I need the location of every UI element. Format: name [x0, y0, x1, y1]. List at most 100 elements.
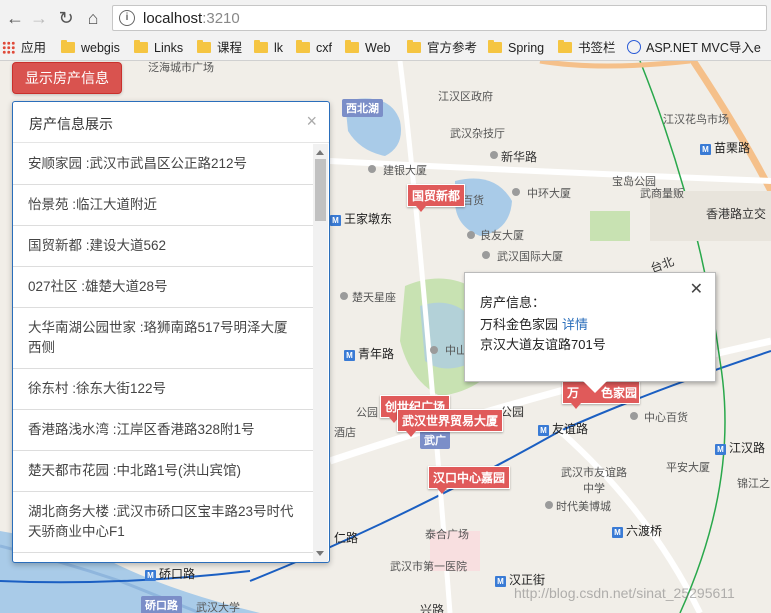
folder-icon	[345, 40, 359, 53]
folder-icon	[488, 40, 502, 53]
info-window: ✕ 房产信息： 万科金色家园 详情 京汉大道友谊路701号	[464, 272, 716, 393]
map-badge-jiaokou: 硚口路	[141, 596, 182, 613]
folder-icon	[296, 40, 310, 53]
map-label: 公园	[500, 405, 525, 419]
close-icon[interactable]: ×	[306, 111, 317, 132]
map-label: 建银大厦	[383, 165, 427, 177]
aspnet-icon	[627, 40, 641, 54]
list-item[interactable]: 国贸新都 :建设大道562	[13, 226, 313, 267]
home-icon[interactable]: ⌂	[82, 7, 104, 29]
map-badge-xibeihu: 西北湖	[342, 99, 383, 117]
bookmark-item[interactable]: cxf	[296, 39, 332, 57]
map-poi-dot	[430, 346, 438, 354]
bookmark-item[interactable]: Spring	[488, 39, 544, 57]
marker-hankou-center[interactable]: 汉口中心嘉园	[428, 466, 511, 494]
map-station: 仁路	[334, 531, 359, 545]
map-poi-dot	[482, 251, 490, 259]
marker-wuhan-world-trade[interactable]: 武汉世界贸易大厦	[397, 409, 504, 437]
map-label: 中环大厦	[527, 188, 571, 200]
map-station: M 江汉路	[715, 439, 765, 456]
map-label: 武汉市友谊路中学	[561, 467, 627, 495]
list-item[interactable]: 大华南湖公园世家 :珞狮南路517号明泽大厦西侧	[13, 308, 313, 369]
list-item[interactable]: 徐东村 :徐东大街122号	[13, 369, 313, 410]
scroll-thumb[interactable]	[315, 159, 326, 221]
bookmark-label: 课程	[217, 41, 243, 55]
house-list[interactable]: 安顺家园 :武汉市武昌区公正路212号 怡景苑 :临江大道附近 国贸新都 :建设大道…	[13, 144, 329, 562]
map-poi-dot	[340, 292, 348, 300]
bookmark-label: lk	[274, 41, 284, 55]
forward-arrow-icon[interactable]: →	[28, 7, 50, 29]
info-window-name: 万科金色家园	[480, 317, 559, 332]
bookmark-item[interactable]: ASP.NET MVC导入e	[627, 39, 761, 57]
bookmarks-bar: 应用 webgis Links 课程 lk cxf Web 官方参考 Spring 书签栏 ASP.…	[0, 36, 771, 60]
info-icon[interactable]: i	[119, 10, 135, 26]
bookmark-label: Spring	[508, 41, 545, 55]
bookmark-item[interactable]: Links	[134, 39, 183, 57]
bookmark-label: 官方参考	[427, 41, 478, 55]
map-label: 良友大厦	[480, 230, 524, 242]
house-info-panel: 房产信息展示 × 安顺家园 :武汉市武昌区公正路212号 怡景苑 :临江大道附近国…	[12, 101, 330, 563]
info-window-name-row: 万科金色家园 详情	[480, 314, 588, 333]
watermark: http://blog.csdn.net/sinat_25295611	[514, 585, 735, 601]
scroll-up-icon[interactable]	[316, 150, 324, 155]
map-label: 江汉花鸟市场	[663, 114, 729, 126]
folder-icon	[197, 40, 211, 53]
folder-icon	[134, 40, 148, 53]
map-station: M 友谊路	[538, 420, 588, 437]
detail-link[interactable]: 详情	[562, 317, 588, 332]
map-label: 公园	[356, 407, 378, 419]
folder-icon	[61, 40, 75, 53]
url-host: localhost	[143, 10, 203, 27]
back-arrow-icon[interactable]: ←	[4, 7, 26, 29]
bookmark-item[interactable]: 官方参考	[407, 39, 477, 57]
bookmark-label: ASP.NET MVC导入e	[646, 41, 761, 55]
map-label: 兴路	[420, 603, 445, 613]
bookmark-label: Web	[365, 41, 391, 55]
map-poi-dot	[630, 412, 638, 420]
marker-guomao[interactable]: 国贸新都	[407, 184, 466, 212]
list-item[interactable]: 湖北商务大楼 :武汉市硚口区宝丰路23号时代天骄商业中心F1	[13, 492, 313, 553]
scroll-down-icon[interactable]	[316, 551, 324, 556]
url-port: :3210	[202, 10, 240, 27]
reload-icon[interactable]: ↻	[55, 7, 77, 29]
map-canvas[interactable]: 西北湖 泛海城市广场 江汉区政府 武汉杂技厅 新华路 建银大厦 中环大厦 宝岛公…	[0, 61, 771, 613]
url-text: localhost:3210	[143, 10, 240, 27]
folder-icon	[254, 40, 268, 53]
show-house-info-button[interactable]: 显示房产信息	[12, 62, 122, 94]
map-poi-dot	[368, 165, 376, 173]
bookmark-item[interactable]: 书签栏	[558, 39, 616, 57]
bookmark-label: 书签栏	[578, 41, 616, 55]
map-station: M 王家墩东	[330, 210, 392, 227]
bookmark-item[interactable]: 课程	[197, 39, 242, 57]
bookmark-label: 应用	[21, 41, 47, 55]
map-label: 锦江之	[737, 478, 770, 490]
info-window-address: 京汉大道友谊路701号	[480, 337, 606, 352]
info-window-pointer	[583, 381, 607, 393]
bookmark-item[interactable]: 应用	[2, 39, 46, 57]
list-item[interactable]: 怡景苑 :临江大道附近	[13, 185, 313, 226]
list-item[interactable]: 安顺家园 :武汉市武昌区公正路212号	[13, 144, 313, 185]
bookmark-item[interactable]: webgis	[61, 39, 120, 57]
list-item[interactable]: 027社区 :雄楚大道28号	[13, 267, 313, 308]
bookmark-item[interactable]: lk	[254, 39, 283, 57]
bookmark-item[interactable]: Web	[345, 39, 390, 57]
close-icon[interactable]: ✕	[690, 279, 703, 299]
bookmark-label: Links	[154, 41, 184, 55]
bookmark-label: cxf	[316, 41, 332, 55]
scrollbar[interactable]	[313, 144, 328, 562]
list-item[interactable]: 楚天都市花园 :中北路1号(洪山宾馆)	[13, 451, 313, 492]
map-poi-dot	[490, 151, 498, 159]
map-label: 平安大厦	[666, 462, 710, 474]
map-station: M 青年路	[344, 345, 394, 362]
map-label: 武商量贩	[640, 188, 684, 200]
list-item[interactable]: 香港路浅水湾 :江岸区香港路328附1号	[13, 410, 313, 451]
folder-icon	[558, 40, 572, 53]
marker-wanke-text-1: 万	[567, 386, 580, 400]
map-label: 时代美博城	[556, 501, 611, 513]
map-label: 香港路立交	[706, 207, 767, 221]
map-station: M 硚口路	[145, 565, 195, 582]
address-bar[interactable]: i localhost:3210	[112, 5, 767, 31]
map-label: 酒店	[334, 427, 356, 439]
map-badge-wuguang: 武广	[420, 431, 450, 449]
map-poi-dot	[512, 188, 520, 196]
